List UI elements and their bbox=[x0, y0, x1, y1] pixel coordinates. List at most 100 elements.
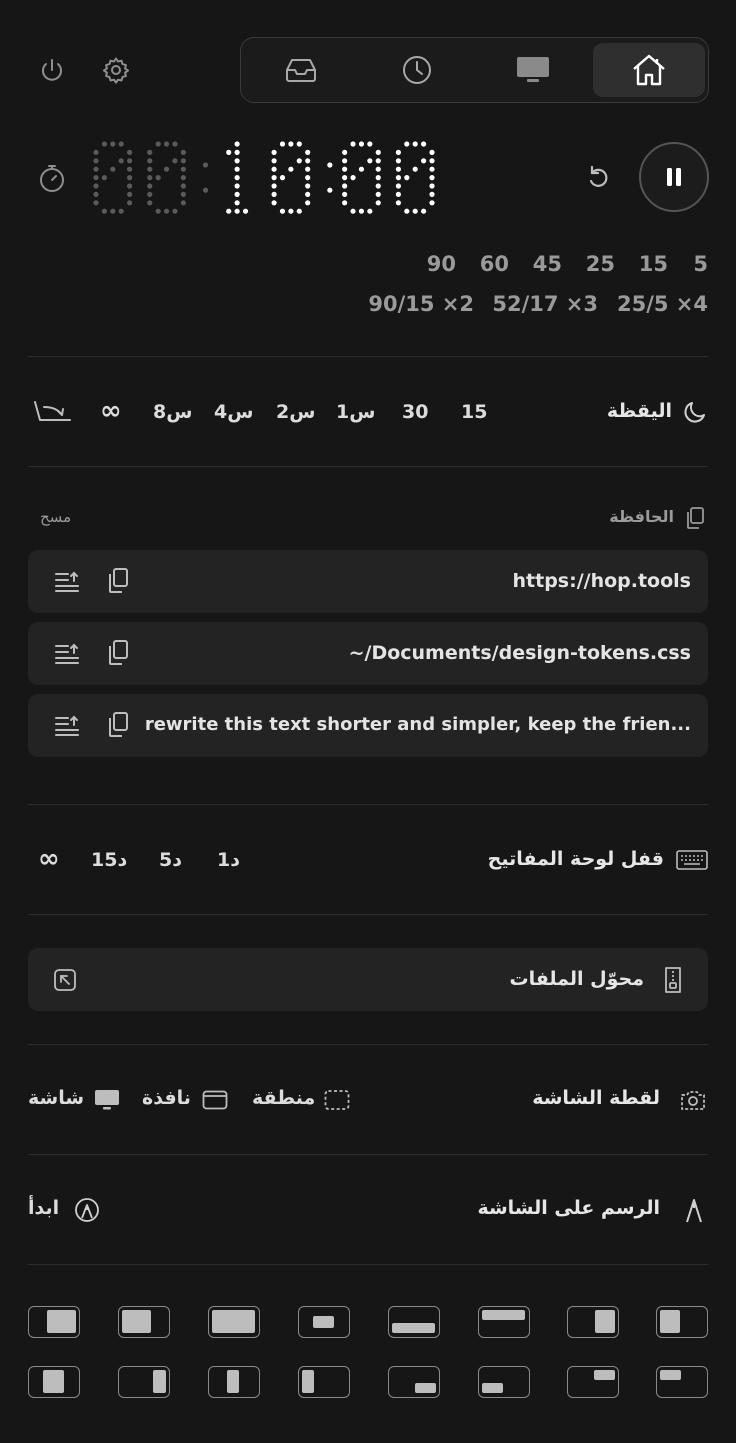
timer-dot bbox=[93, 175, 99, 181]
reset-button[interactable] bbox=[584, 163, 612, 191]
timer-dot bbox=[305, 200, 311, 206]
timer-dot bbox=[147, 158, 153, 164]
timer-dot bbox=[288, 141, 294, 147]
tab-home[interactable] bbox=[593, 43, 705, 97]
tab-history[interactable] bbox=[361, 43, 473, 97]
camera-icon bbox=[680, 1089, 706, 1111]
keyboard-lock-option-infinite[interactable]: ∞ bbox=[38, 844, 60, 874]
timer-dot bbox=[404, 208, 410, 214]
clipboard-clear-button[interactable]: مسح bbox=[40, 508, 71, 526]
clipboard-item[interactable]: ~/Documents/design-tokens.css bbox=[28, 622, 708, 685]
clipboard-item[interactable]: rewrite this text shorter and simpler, k… bbox=[28, 694, 708, 757]
preset-5[interactable]: 5 bbox=[693, 252, 708, 276]
awake-option-4h[interactable]: 4س bbox=[214, 401, 253, 423]
screenshot-label: لقطة الشاشة bbox=[532, 1087, 660, 1109]
keyboard-lock-option-5m[interactable]: 5د bbox=[159, 849, 182, 871]
timer-dot bbox=[421, 158, 427, 164]
timer-dot bbox=[375, 149, 381, 155]
copy-icon[interactable] bbox=[106, 567, 130, 595]
timer-dot bbox=[127, 191, 133, 197]
timer-dot bbox=[234, 183, 240, 189]
preset-pomodoro-90-15[interactable]: 90/15 ×2 bbox=[368, 292, 474, 316]
screenshot-region-button[interactable]: منطقة bbox=[250, 1087, 350, 1115]
layout-bottom-half-button[interactable] bbox=[388, 1306, 440, 1338]
clipboard-item[interactable]: https://hop.tools bbox=[28, 550, 708, 613]
layout-right-third-button[interactable] bbox=[118, 1366, 170, 1398]
clipboard-item-text: ~/Documents/design-tokens.css bbox=[348, 642, 691, 664]
layout-left-third-button[interactable] bbox=[28, 1366, 80, 1398]
timer-dot bbox=[395, 200, 401, 206]
clipboard-icon bbox=[684, 506, 706, 530]
timer-dot bbox=[421, 141, 427, 147]
screenshot-screen-button[interactable]: شاشة bbox=[28, 1087, 120, 1115]
file-converter-button[interactable]: محوّل الملفات bbox=[28, 948, 708, 1011]
preset-pomodoro-25-5[interactable]: 25/5 ×4 bbox=[617, 292, 708, 316]
timer-dot bbox=[342, 183, 348, 189]
screenshot-window-button[interactable]: نافذة bbox=[142, 1087, 228, 1115]
preset-60[interactable]: 60 bbox=[480, 252, 509, 276]
timer-dot bbox=[412, 208, 418, 214]
timer-dot bbox=[358, 166, 365, 172]
pause-button[interactable] bbox=[639, 142, 709, 212]
divider bbox=[28, 914, 708, 915]
preset-90[interactable]: 90 bbox=[427, 252, 456, 276]
tab-inbox[interactable] bbox=[245, 43, 357, 97]
copy-icon[interactable] bbox=[106, 639, 130, 667]
layout-center-two-thirds-button[interactable] bbox=[118, 1306, 170, 1338]
copy-icon[interactable] bbox=[106, 711, 130, 739]
layout-center-button[interactable] bbox=[298, 1306, 350, 1338]
timer-dot bbox=[127, 158, 133, 164]
coffee-cup-icon[interactable] bbox=[32, 399, 72, 425]
timer-dot bbox=[375, 166, 381, 172]
settings-button[interactable] bbox=[102, 56, 130, 84]
preset-25[interactable]: 25 bbox=[586, 252, 615, 276]
layout-left-half-button[interactable] bbox=[656, 1306, 708, 1338]
preset-pomodoro-52-17[interactable]: 52/17 ×3 bbox=[492, 292, 598, 316]
preset-45[interactable]: 45 bbox=[533, 252, 562, 276]
keyboard-lock-option-1m[interactable]: 1د bbox=[217, 849, 240, 871]
timer-dot bbox=[279, 141, 286, 147]
layout-center-third-button[interactable] bbox=[208, 1366, 260, 1398]
timer-dot bbox=[172, 208, 178, 214]
timer-dot bbox=[110, 208, 116, 214]
power-button[interactable] bbox=[38, 57, 66, 85]
timer-dot bbox=[110, 166, 116, 172]
layout-first-third-button[interactable] bbox=[298, 1366, 350, 1398]
timer-dot bbox=[93, 200, 99, 206]
draw-start-label: ابدأ bbox=[28, 1197, 60, 1219]
timer-dot bbox=[350, 141, 356, 147]
layout-bottom-right-button[interactable] bbox=[388, 1366, 440, 1398]
awake-option-1h[interactable]: 1س bbox=[336, 401, 375, 423]
timer-dot bbox=[395, 183, 401, 189]
layout-top-left-button[interactable] bbox=[656, 1366, 708, 1398]
awake-option-8h[interactable]: 8س bbox=[153, 401, 192, 423]
awake-option-2h[interactable]: 2س bbox=[276, 401, 315, 423]
preset-15[interactable]: 15 bbox=[639, 252, 668, 276]
timer-dot bbox=[375, 200, 381, 206]
draw-start-button[interactable]: ابدأ bbox=[28, 1196, 100, 1224]
layout-right-half-button[interactable] bbox=[567, 1306, 619, 1338]
tab-display[interactable] bbox=[477, 43, 589, 97]
inbox-tray-icon bbox=[286, 59, 316, 82]
layout-bottom-left-button[interactable] bbox=[478, 1366, 530, 1398]
layout-maximize-button[interactable] bbox=[208, 1306, 260, 1338]
layout-top-right-button[interactable] bbox=[567, 1366, 619, 1398]
keyboard-lock-option-15m[interactable]: 15د bbox=[91, 849, 127, 871]
timer-dot bbox=[342, 200, 348, 206]
awake-option-30[interactable]: 30 bbox=[402, 401, 428, 423]
awake-option-infinite[interactable]: ∞ bbox=[100, 396, 122, 426]
layout-left-two-thirds-button[interactable] bbox=[28, 1306, 80, 1338]
paste-as-text-icon[interactable] bbox=[54, 641, 80, 665]
timer-dot bbox=[93, 191, 99, 197]
stopwatch-button[interactable] bbox=[38, 163, 66, 193]
paste-as-text-icon[interactable] bbox=[54, 713, 80, 737]
paste-as-text-icon[interactable] bbox=[54, 569, 80, 593]
layout-top-half-button[interactable] bbox=[478, 1306, 530, 1338]
timer-dot bbox=[375, 158, 381, 164]
timer-dot bbox=[350, 208, 356, 214]
timer-dot bbox=[296, 208, 302, 214]
timer-dot bbox=[147, 175, 153, 181]
awake-option-15[interactable]: 15 bbox=[461, 401, 487, 423]
timer-dot bbox=[412, 166, 418, 172]
timer-dot bbox=[375, 191, 381, 197]
